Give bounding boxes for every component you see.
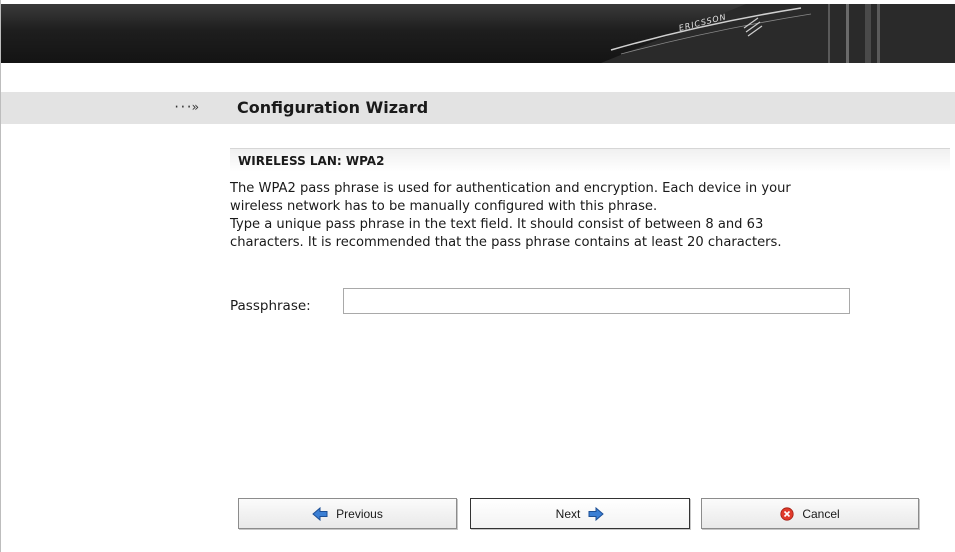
banner-top-edge: [1, 0, 955, 4]
right-arrow-icon: [588, 506, 605, 521]
next-button[interactable]: Next: [470, 498, 690, 529]
page-title: Configuration Wizard: [237, 98, 429, 117]
section-title: WIRELESS LAN: WPA2: [238, 154, 385, 168]
next-button-label: Next: [555, 506, 581, 521]
previous-button[interactable]: Previous: [238, 498, 457, 529]
title-bar: [1, 92, 955, 124]
header-banner: ERICSSON: [1, 4, 955, 63]
cancel-button-label: Cancel: [802, 506, 840, 521]
description-line: Type a unique pass phrase in the text fi…: [230, 217, 764, 232]
section-header: WIRELESS LAN: WPA2: [230, 148, 950, 172]
cancel-icon: [780, 506, 794, 521]
previous-button-label: Previous: [336, 506, 383, 521]
passphrase-label: Passphrase:: [230, 298, 311, 314]
page: ERICSSON ···» Configuration Wizard WIREL…: [0, 0, 955, 552]
description-line: The WPA2 pass phrase is used for authent…: [230, 181, 791, 196]
banner-graphic: [601, 4, 955, 63]
passphrase-input[interactable]: [343, 288, 850, 314]
description: The WPA2 pass phrase is used for authent…: [230, 180, 955, 252]
title-arrow-icon: ···»: [173, 100, 199, 114]
left-arrow-icon: [312, 506, 328, 521]
cancel-button[interactable]: Cancel: [701, 498, 919, 529]
description-line: characters. It is recommended that the p…: [230, 235, 782, 250]
description-line: wireless network has to be manually conf…: [230, 199, 658, 214]
